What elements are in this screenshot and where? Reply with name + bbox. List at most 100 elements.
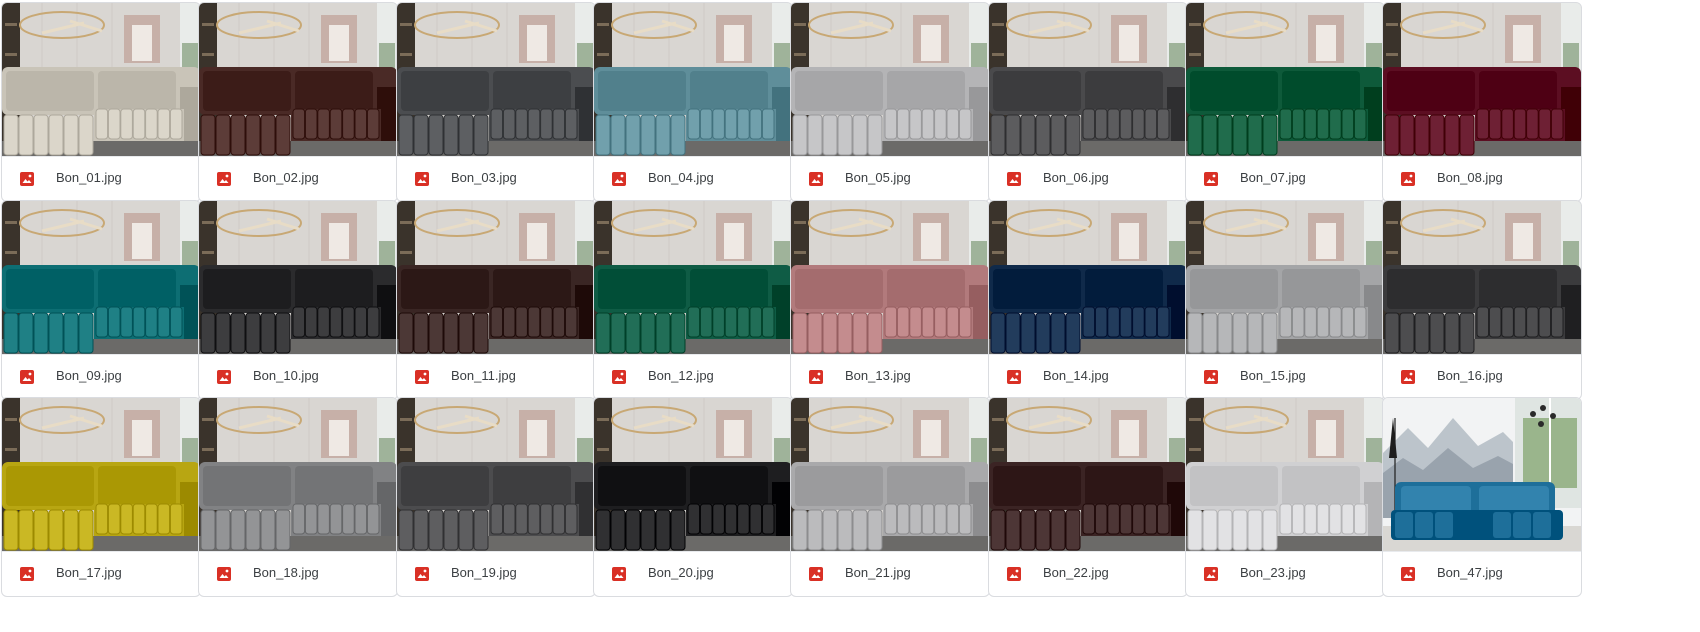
image-file-icon <box>1006 566 1022 582</box>
file-thumbnail[interactable] <box>2 398 200 552</box>
file-caption[interactable]: Bon_01.jpg <box>2 157 200 201</box>
file-caption[interactable]: Bon_15.jpg <box>1186 355 1384 399</box>
file-caption[interactable]: Bon_17.jpg <box>2 552 200 596</box>
file-thumbnail[interactable] <box>199 3 397 157</box>
file-thumbnail[interactable] <box>397 3 595 157</box>
file-tile[interactable]: Bon_13.jpg <box>790 200 990 400</box>
file-thumbnail[interactable] <box>397 201 595 355</box>
file-caption[interactable]: Bon_13.jpg <box>791 355 989 399</box>
file-caption[interactable]: Bon_08.jpg <box>1383 157 1581 201</box>
file-tile[interactable]: Bon_01.jpg <box>1 2 201 202</box>
file-thumbnail[interactable] <box>199 398 397 552</box>
file-thumbnail[interactable] <box>1186 398 1384 552</box>
file-thumbnail[interactable] <box>1383 201 1581 355</box>
file-caption[interactable]: Bon_47.jpg <box>1383 552 1581 596</box>
image-file-icon <box>611 171 627 187</box>
file-thumbnail[interactable] <box>989 398 1187 552</box>
file-tile[interactable]: Bon_05.jpg <box>790 2 990 202</box>
image-file-icon <box>19 566 35 582</box>
file-thumbnail[interactable] <box>989 201 1187 355</box>
file-name: Bon_09.jpg <box>56 368 122 383</box>
file-caption[interactable]: Bon_10.jpg <box>199 355 397 399</box>
image-file-icon <box>1400 171 1416 187</box>
file-tile[interactable]: Bon_23.jpg <box>1185 397 1385 597</box>
file-tile[interactable]: Bon_09.jpg <box>1 200 201 400</box>
file-caption[interactable]: Bon_22.jpg <box>989 552 1187 596</box>
file-name: Bon_03.jpg <box>451 170 517 185</box>
file-tile[interactable]: Bon_17.jpg <box>1 397 201 597</box>
file-tile[interactable]: Bon_20.jpg <box>593 397 793 597</box>
file-caption[interactable]: Bon_21.jpg <box>791 552 989 596</box>
file-tile[interactable]: Bon_18.jpg <box>198 397 398 597</box>
file-thumbnail[interactable] <box>791 3 989 157</box>
image-file-icon <box>216 171 232 187</box>
file-thumbnail[interactable] <box>397 398 595 552</box>
file-caption[interactable]: Bon_04.jpg <box>594 157 792 201</box>
image-file-icon <box>216 369 232 385</box>
file-tile[interactable]: Bon_08.jpg <box>1382 2 1582 202</box>
image-file-icon <box>19 171 35 187</box>
file-thumbnail[interactable] <box>594 3 792 157</box>
file-tile[interactable]: Bon_47.jpg <box>1382 397 1582 597</box>
file-caption[interactable]: Bon_11.jpg <box>397 355 595 399</box>
file-caption[interactable]: Bon_19.jpg <box>397 552 595 596</box>
image-file-icon <box>611 369 627 385</box>
file-thumbnail[interactable] <box>791 398 989 552</box>
file-thumbnail[interactable] <box>791 201 989 355</box>
file-caption[interactable]: Bon_03.jpg <box>397 157 595 201</box>
file-name: Bon_23.jpg <box>1240 565 1306 580</box>
file-caption[interactable]: Bon_06.jpg <box>989 157 1187 201</box>
file-tile[interactable]: Bon_10.jpg <box>198 200 398 400</box>
file-thumbnail[interactable] <box>1186 201 1384 355</box>
file-caption[interactable]: Bon_09.jpg <box>2 355 200 399</box>
file-tile[interactable]: Bon_11.jpg <box>396 200 596 400</box>
file-tile[interactable]: Bon_06.jpg <box>988 2 1188 202</box>
file-thumbnail[interactable] <box>594 398 792 552</box>
file-name: Bon_10.jpg <box>253 368 319 383</box>
file-tile[interactable]: Bon_19.jpg <box>396 397 596 597</box>
file-tile[interactable]: Bon_02.jpg <box>198 2 398 202</box>
file-tile[interactable]: Bon_15.jpg <box>1185 200 1385 400</box>
file-name: Bon_07.jpg <box>1240 170 1306 185</box>
image-file-icon <box>1006 171 1022 187</box>
file-tile[interactable]: Bon_14.jpg <box>988 200 1188 400</box>
file-tile[interactable]: Bon_12.jpg <box>593 200 793 400</box>
file-name: Bon_20.jpg <box>648 565 714 580</box>
file-caption[interactable]: Bon_23.jpg <box>1186 552 1384 596</box>
file-name: Bon_08.jpg <box>1437 170 1503 185</box>
file-name: Bon_12.jpg <box>648 368 714 383</box>
file-thumbnail[interactable] <box>199 201 397 355</box>
file-caption[interactable]: Bon_18.jpg <box>199 552 397 596</box>
file-caption[interactable]: Bon_16.jpg <box>1383 355 1581 399</box>
file-name: Bon_02.jpg <box>253 170 319 185</box>
image-file-icon <box>611 566 627 582</box>
file-tile[interactable]: Bon_04.jpg <box>593 2 793 202</box>
file-caption[interactable]: Bon_12.jpg <box>594 355 792 399</box>
file-tile[interactable]: Bon_03.jpg <box>396 2 596 202</box>
file-name: Bon_06.jpg <box>1043 170 1109 185</box>
file-name: Bon_19.jpg <box>451 565 517 580</box>
file-caption[interactable]: Bon_02.jpg <box>199 157 397 201</box>
file-name: Bon_22.jpg <box>1043 565 1109 580</box>
file-thumbnail[interactable] <box>989 3 1187 157</box>
image-file-icon <box>1400 369 1416 385</box>
file-tile[interactable]: Bon_07.jpg <box>1185 2 1385 202</box>
file-name: Bon_01.jpg <box>56 170 122 185</box>
file-caption[interactable]: Bon_14.jpg <box>989 355 1187 399</box>
file-thumbnail[interactable] <box>2 3 200 157</box>
file-tile[interactable]: Bon_22.jpg <box>988 397 1188 597</box>
image-file-icon <box>216 566 232 582</box>
file-tile[interactable]: Bon_16.jpg <box>1382 200 1582 400</box>
file-thumbnail[interactable] <box>594 201 792 355</box>
image-file-icon <box>1203 369 1219 385</box>
image-file-icon <box>19 369 35 385</box>
file-thumbnail[interactable] <box>1186 3 1384 157</box>
file-caption[interactable]: Bon_05.jpg <box>791 157 989 201</box>
file-caption[interactable]: Bon_07.jpg <box>1186 157 1384 201</box>
file-thumbnail[interactable] <box>2 201 200 355</box>
file-thumbnail[interactable] <box>1383 398 1581 552</box>
file-caption[interactable]: Bon_20.jpg <box>594 552 792 596</box>
file-name: Bon_16.jpg <box>1437 368 1503 383</box>
file-tile[interactable]: Bon_21.jpg <box>790 397 990 597</box>
file-thumbnail[interactable] <box>1383 3 1581 157</box>
